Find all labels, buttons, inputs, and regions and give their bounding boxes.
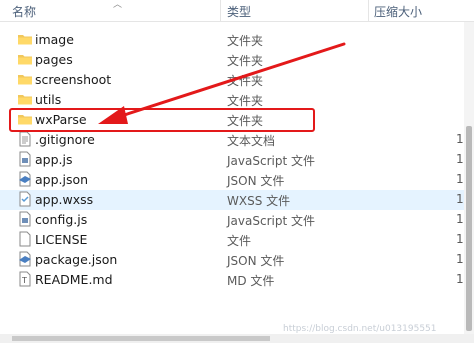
file-row-app-json[interactable]: app.json JSON 文件 1 K bbox=[0, 170, 474, 190]
file-name: app.js bbox=[35, 152, 73, 167]
file-row-utils[interactable]: utils 文件夹 bbox=[0, 90, 474, 110]
file-row-app-js[interactable]: app.js JavaScript 文件 1 K bbox=[0, 150, 474, 170]
file-row-screenshoot[interactable]: screenshoot 文件夹 bbox=[0, 70, 474, 90]
folder-icon bbox=[18, 55, 32, 65]
file-name: app.wxss bbox=[35, 192, 94, 207]
file-name: screenshoot bbox=[35, 72, 112, 87]
file-name: .gitignore bbox=[35, 132, 95, 147]
js-file-icon bbox=[19, 211, 31, 227]
file-type: 文件夹 bbox=[227, 74, 264, 88]
file-name: image bbox=[35, 32, 74, 47]
file-row-pages[interactable]: pages 文件夹 bbox=[0, 50, 474, 70]
column-divider[interactable] bbox=[368, 0, 369, 22]
js-file-icon bbox=[19, 151, 31, 167]
column-header-type[interactable]: 类型 bbox=[227, 3, 251, 20]
file-name: config.js bbox=[35, 212, 88, 227]
file-type: JavaScript 文件 bbox=[227, 214, 315, 228]
column-header-name[interactable]: 名称 bbox=[12, 3, 36, 20]
file-type: MD 文件 bbox=[227, 274, 275, 288]
file-type: JSON 文件 bbox=[227, 254, 285, 268]
folder-icon bbox=[18, 95, 32, 105]
md-file-icon: T bbox=[19, 271, 31, 287]
file-name: package.json bbox=[35, 252, 118, 267]
file-row-app-wxss[interactable]: app.wxss WXSS 文件 1 K bbox=[0, 190, 474, 210]
file-type: 文件夹 bbox=[227, 34, 264, 48]
horizontal-scrollbar-thumb[interactable] bbox=[12, 336, 270, 341]
blank-file-icon bbox=[19, 231, 31, 247]
file-type: 文件 bbox=[227, 234, 252, 248]
folder-icon bbox=[18, 75, 32, 85]
file-type: 文本文档 bbox=[227, 134, 276, 148]
highlight-box bbox=[9, 108, 315, 132]
sort-arrow-icon: ︿ bbox=[113, 0, 123, 10]
text-file-icon bbox=[19, 131, 31, 147]
file-type: JavaScript 文件 bbox=[227, 154, 315, 168]
file-row-gitignore[interactable]: .gitignore 文本文档 1 K bbox=[0, 130, 474, 150]
json-file-icon bbox=[19, 171, 31, 187]
file-row-license[interactable]: LICENSE 文件 1 K bbox=[0, 230, 474, 250]
file-type: 文件夹 bbox=[227, 54, 264, 68]
column-header-size[interactable]: 压缩大小 bbox=[374, 3, 422, 20]
file-row-image[interactable]: image 文件夹 bbox=[0, 30, 474, 50]
folder-icon bbox=[18, 35, 32, 45]
file-row-package-json[interactable]: package.json JSON 文件 1 K bbox=[0, 250, 474, 270]
file-name: pages bbox=[35, 52, 73, 67]
file-name: utils bbox=[35, 92, 62, 107]
vertical-scrollbar-thumb[interactable] bbox=[466, 126, 472, 331]
file-row-readme-md[interactable]: T README.md MD 文件 1 K bbox=[0, 270, 474, 290]
svg-text:T: T bbox=[21, 276, 27, 285]
file-name: LICENSE bbox=[35, 232, 88, 247]
file-name: app.json bbox=[35, 172, 89, 187]
file-type: 文件夹 bbox=[227, 94, 264, 108]
file-type: WXSS 文件 bbox=[227, 194, 291, 208]
watermark: https://blog.csdn.net/u013195551 bbox=[283, 324, 437, 334]
column-divider[interactable] bbox=[220, 0, 221, 22]
file-row-config-js[interactable]: config.js JavaScript 文件 1 K bbox=[0, 210, 474, 230]
file-name: README.md bbox=[35, 272, 113, 287]
column-header-bar: ︿ 名称 类型 压缩大小 bbox=[0, 0, 474, 22]
json-file-icon bbox=[19, 251, 31, 267]
wxss-file-icon bbox=[19, 191, 31, 207]
file-type: JSON 文件 bbox=[227, 174, 285, 188]
